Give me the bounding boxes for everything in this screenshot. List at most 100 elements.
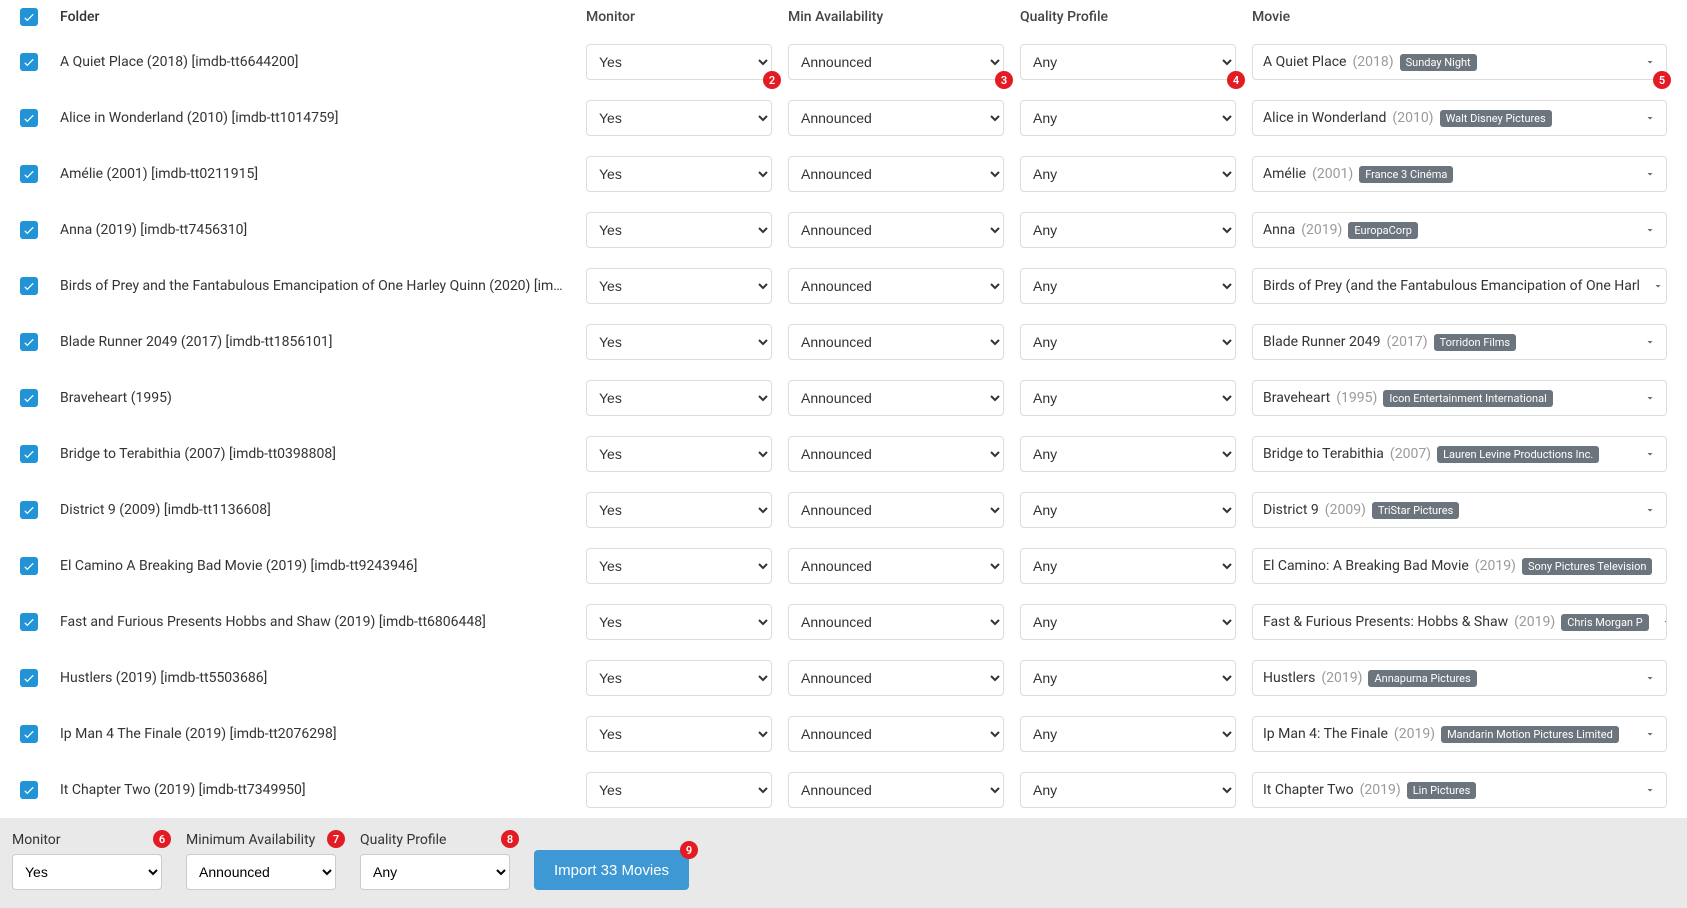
monitor-select[interactable]: Yes <box>586 268 772 304</box>
monitor-select[interactable]: Yes <box>586 716 772 752</box>
quality-profile-select[interactable]: Any <box>1020 660 1236 696</box>
min-availability-select[interactable]: Announced <box>788 324 1004 360</box>
folder-name: Bridge to Terabithia (2007) [imdb-tt0398… <box>60 446 570 462</box>
movie-title: Hustlers <box>1263 670 1315 686</box>
table-row: It Chapter Two (2019) [imdb-tt7349950]Ye… <box>0 762 1687 818</box>
row-checkbox[interactable] <box>20 221 38 239</box>
row-checkbox[interactable] <box>20 557 38 575</box>
movie-title: Blade Runner 2049 <box>1263 334 1380 350</box>
row-checkbox[interactable] <box>20 109 38 127</box>
quality-profile-select[interactable]: Any <box>1020 268 1236 304</box>
quality-profile-select[interactable]: Any <box>1020 156 1236 192</box>
movie-picker[interactable]: Anna(2019)EuropaCorp <box>1252 212 1667 248</box>
row-checkbox[interactable] <box>20 781 38 799</box>
min-availability-select[interactable]: Announced <box>788 492 1004 528</box>
row-checkbox[interactable] <box>20 165 38 183</box>
row-checkbox[interactable] <box>20 389 38 407</box>
monitor-select[interactable]: Yes <box>586 492 772 528</box>
monitor-select[interactable]: Yes <box>586 772 772 808</box>
min-availability-select[interactable]: Announced <box>788 436 1004 472</box>
quality-profile-select[interactable]: Any <box>1020 324 1236 360</box>
min-availability-select[interactable]: Announced <box>788 716 1004 752</box>
min-availability-select[interactable]: Announced <box>788 604 1004 640</box>
movie-picker[interactable]: Fast & Furious Presents: Hobbs & Shaw(20… <box>1252 604 1667 640</box>
movie-title: Ip Man 4: The Finale <box>1263 726 1388 742</box>
row-checkbox[interactable] <box>20 669 38 687</box>
col-header-monitor: Monitor <box>586 9 772 25</box>
movie-year: (2019) <box>1394 726 1435 742</box>
movie-title: It Chapter Two <box>1263 782 1354 798</box>
chevron-down-icon <box>1644 56 1656 68</box>
row-checkbox[interactable] <box>20 445 38 463</box>
row-checkbox[interactable] <box>20 277 38 295</box>
select-all-checkbox[interactable] <box>20 8 38 26</box>
footer-min-avail-select[interactable]: Announced <box>186 854 336 890</box>
row-checkbox[interactable] <box>20 53 38 71</box>
movie-picker[interactable]: Braveheart(1995)Icon Entertainment Inter… <box>1252 380 1667 416</box>
movie-picker[interactable]: El Camino: A Breaking Bad Movie(2019)Son… <box>1252 548 1667 584</box>
folder-name: A Quiet Place (2018) [imdb-tt6644200] <box>60 54 570 70</box>
min-availability-select[interactable]: Announced <box>788 44 1004 80</box>
min-availability-select[interactable]: Announced <box>788 100 1004 136</box>
row-checkbox[interactable] <box>20 501 38 519</box>
quality-profile-select[interactable]: Any <box>1020 436 1236 472</box>
quality-profile-select[interactable]: Any <box>1020 716 1236 752</box>
min-availability-select[interactable]: Announced <box>788 212 1004 248</box>
monitor-select[interactable]: Yes <box>586 380 772 416</box>
row-checkbox[interactable] <box>20 725 38 743</box>
quality-profile-select[interactable]: Any <box>1020 492 1236 528</box>
movie-picker[interactable]: Bridge to Terabithia(2007)Lauren Levine … <box>1252 436 1667 472</box>
monitor-select[interactable]: Yes <box>586 156 772 192</box>
quality-profile-select[interactable]: Any <box>1020 380 1236 416</box>
quality-profile-select[interactable]: Any <box>1020 772 1236 808</box>
chevron-down-icon <box>1644 392 1656 404</box>
row-checkbox[interactable] <box>20 333 38 351</box>
table-row: Ip Man 4 The Finale (2019) [imdb-tt20762… <box>0 706 1687 762</box>
movie-picker[interactable]: Alice in Wonderland(2010)Walt Disney Pic… <box>1252 100 1667 136</box>
monitor-select[interactable]: Yes <box>586 212 772 248</box>
footer-quality-select[interactable]: Any <box>360 854 510 890</box>
import-button[interactable]: Import 33 Movies <box>534 850 689 890</box>
table-row: A Quiet Place (2018) [imdb-tt6644200] Yes… <box>0 34 1687 90</box>
quality-profile-select[interactable]: Any <box>1020 44 1236 80</box>
movie-picker[interactable]: Ip Man 4: The Finale(2019)Mandarin Motio… <box>1252 716 1667 752</box>
monitor-select[interactable]: Yes <box>586 436 772 472</box>
col-header-min-availability: Min Availability <box>788 9 1004 25</box>
monitor-select[interactable]: Yes <box>586 604 772 640</box>
quality-profile-select[interactable]: Any <box>1020 212 1236 248</box>
monitor-select[interactable]: Yes <box>586 660 772 696</box>
min-availability-select[interactable]: Announced <box>788 156 1004 192</box>
movie-year: (2007) <box>1390 446 1431 462</box>
folder-name: Birds of Prey and the Fantabulous Emanci… <box>60 278 570 294</box>
quality-profile-select[interactable]: Any <box>1020 604 1236 640</box>
movie-title: Fast & Furious Presents: Hobbs & Shaw <box>1263 614 1508 630</box>
table-row: El Camino A Breaking Bad Movie (2019) [i… <box>0 538 1687 594</box>
movie-picker[interactable]: Amélie(2001)France 3 Cinéma <box>1252 156 1667 192</box>
movie-year: (1995) <box>1336 390 1377 406</box>
monitor-select[interactable]: Yes <box>586 100 772 136</box>
min-availability-select[interactable]: Announced <box>788 548 1004 584</box>
table-row: Bridge to Terabithia (2007) [imdb-tt0398… <box>0 426 1687 482</box>
quality-profile-select[interactable]: Any <box>1020 548 1236 584</box>
movie-year: (2019) <box>1475 558 1516 574</box>
movie-picker[interactable]: Hustlers(2019)Annapurna Pictures <box>1252 660 1667 696</box>
min-availability-select[interactable]: Announced <box>788 660 1004 696</box>
min-availability-select[interactable]: Announced <box>788 380 1004 416</box>
movie-picker[interactable]: A Quiet Place(2018)Sunday Night <box>1252 44 1667 80</box>
row-checkbox[interactable] <box>20 613 38 631</box>
quality-profile-select[interactable]: Any <box>1020 100 1236 136</box>
col-header-movie: Movie <box>1252 9 1667 25</box>
movie-picker[interactable]: Blade Runner 2049(2017)Torridon Films <box>1252 324 1667 360</box>
movie-year: (2010) <box>1392 110 1433 126</box>
movie-picker[interactable]: District 9(2009)TriStar Pictures <box>1252 492 1667 528</box>
chevron-down-icon <box>1644 448 1656 460</box>
min-availability-select[interactable]: Announced <box>788 268 1004 304</box>
monitor-select[interactable]: Yes <box>586 324 772 360</box>
studio-badge: Walt Disney Pictures <box>1440 110 1552 127</box>
movie-picker[interactable]: Birds of Prey (and the Fantabulous Emanc… <box>1252 268 1667 304</box>
footer-monitor-select[interactable]: Yes <box>12 854 162 890</box>
monitor-select[interactable]: Yes <box>586 44 772 80</box>
monitor-select[interactable]: Yes <box>586 548 772 584</box>
movie-picker[interactable]: It Chapter Two(2019)Lin Pictures <box>1252 772 1667 808</box>
min-availability-select[interactable]: Announced <box>788 772 1004 808</box>
